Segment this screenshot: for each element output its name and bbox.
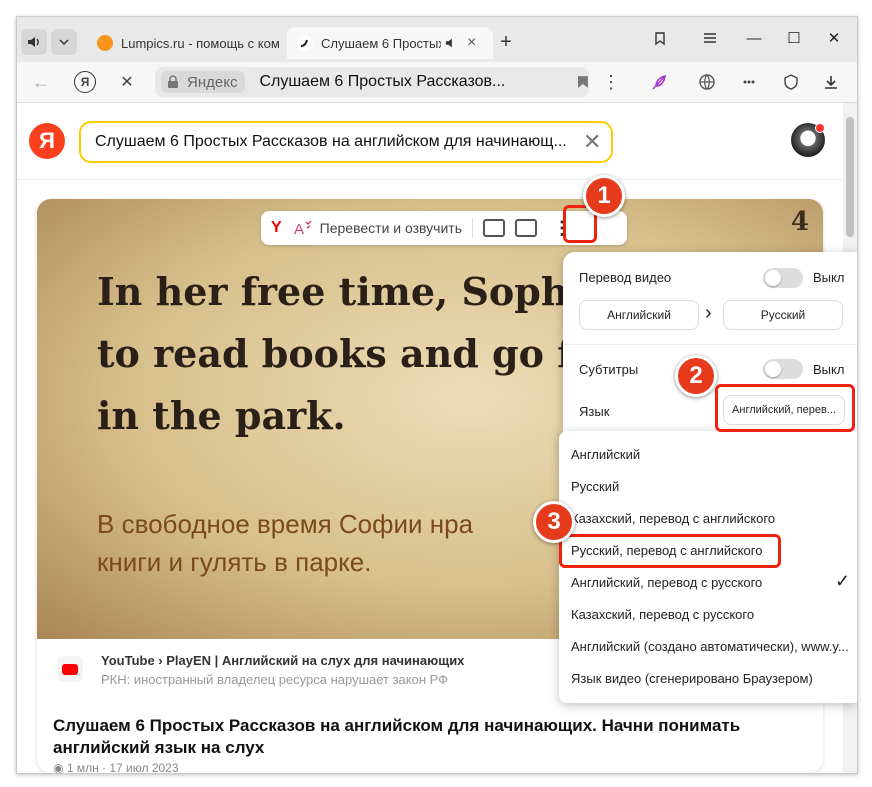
language-label: Язык — [579, 404, 610, 419]
dots-grid-icon — [743, 80, 755, 84]
bookmark-icon[interactable] — [577, 75, 589, 89]
video-favicon-icon — [297, 35, 313, 51]
result-title[interactable]: Слушаем 6 Простых Рассказов на английско… — [53, 715, 793, 759]
feather-icon — [652, 74, 666, 90]
step-badge-1: 1 — [583, 175, 625, 217]
english-line: In her free time, Soph — [97, 269, 569, 314]
language-option[interactable]: Английский — [571, 447, 640, 462]
video-translation-label: Перевод видео — [579, 270, 672, 285]
video-translation-state: Выкл — [813, 270, 845, 285]
panel-divider — [563, 344, 857, 345]
tabs-list-button[interactable] — [51, 29, 77, 55]
translate-voice-button[interactable]: Перевести и озвучить — [320, 220, 462, 236]
speaker-icon — [28, 37, 39, 47]
clear-search-button[interactable]: ✕ — [583, 129, 601, 155]
subtitles-icon[interactable] — [483, 219, 505, 237]
globe-icon — [699, 74, 715, 90]
back-button[interactable]: ← — [27, 68, 55, 96]
step-badge-3: 3 — [533, 501, 575, 543]
notification-dot — [815, 123, 825, 133]
site-name: Яндекс — [187, 73, 238, 91]
search-query: Слушаем 6 Простых Рассказов на английско… — [95, 133, 567, 150]
tab-video[interactable]: Слушаем 6 Простых × — [287, 27, 493, 59]
toolbar-divider — [472, 218, 473, 238]
audio-tabs-button[interactable] — [21, 29, 47, 55]
bookmark-stack-icon — [655, 32, 665, 46]
downloads-button[interactable] — [817, 68, 845, 96]
subtitles-toggle[interactable] — [763, 359, 803, 379]
highlight-language-select — [715, 384, 855, 432]
vpn-button[interactable] — [777, 68, 805, 96]
language-option[interactable]: Казахский, перевод с русского — [571, 607, 754, 622]
source-name[interactable]: YouTube › PlayEN | Английский на слух дл… — [101, 653, 464, 668]
views-icon: ◉ — [53, 761, 67, 773]
language-option[interactable]: Казахский, перевод с английского — [571, 511, 775, 526]
english-line: in the park. — [97, 393, 346, 438]
lock-icon — [168, 75, 178, 88]
language-option[interactable]: Английский (создано автоматически), www.… — [571, 639, 849, 654]
source-warning: РКН: иностранный владелец ресурса наруша… — [101, 672, 449, 687]
youtube-icon — [57, 656, 83, 682]
subtitles-state: Выкл — [813, 362, 845, 377]
language-option[interactable]: Английский, перевод с русского — [571, 575, 762, 590]
checkmark-icon: ✓ — [835, 571, 851, 591]
chevron-down-icon — [59, 39, 69, 46]
tab-close-button[interactable]: × — [467, 34, 476, 52]
russian-line: книги и гулять в парке. — [97, 547, 372, 577]
result-meta-text: 1 млн · 17 июл 2023 — [66, 761, 179, 773]
site-chip[interactable]: Яндекс — [161, 71, 246, 93]
highlight-russian-option — [559, 534, 781, 568]
tab-title: Слушаем 6 Простых — [321, 35, 441, 51]
svg-text:A: A — [294, 221, 304, 237]
language-option[interactable]: Язык видео (сгенерировано Браузером) — [571, 671, 813, 686]
tab-title: Lumpics.ru - помощь с ком — [121, 35, 280, 51]
video-english-text: In her free time, Soph to read books and… — [97, 261, 574, 447]
language-option[interactable]: Русский — [571, 479, 619, 494]
shield-icon — [784, 74, 798, 90]
hamburger-icon — [704, 33, 716, 43]
speaker-icon — [445, 38, 452, 48]
page-title-in-url: Слушаем 6 Простых Рассказов... — [259, 73, 506, 90]
target-language-button[interactable]: Русский — [723, 300, 843, 330]
page-menu-button[interactable]: ⋮ — [597, 68, 625, 96]
minimize-button[interactable]: — — [739, 23, 769, 53]
english-line: to read books and go f — [97, 331, 574, 376]
language-arrow: › — [705, 302, 712, 324]
video-translation-toggle[interactable] — [763, 268, 803, 288]
alice-button[interactable] — [645, 68, 673, 96]
collections-button[interactable] — [645, 23, 675, 53]
step-badge-2: 2 — [675, 355, 717, 397]
translate-page-button[interactable] — [693, 68, 721, 96]
scrollbar-thumb[interactable] — [846, 117, 854, 237]
yandex-icon: Я — [74, 71, 96, 93]
close-window-button[interactable]: ✕ — [819, 23, 849, 53]
avatar[interactable] — [791, 123, 825, 157]
header-divider — [17, 179, 843, 180]
browser-window: Lumpics.ru - помощь с ком Слушаем 6 Прос… — [16, 16, 858, 774]
yandex-logo[interactable]: Я — [29, 123, 65, 159]
tab-lumpics[interactable]: Lumpics.ru - помощь с ком — [87, 27, 283, 59]
stop-loading-button[interactable]: ✕ — [113, 68, 141, 96]
browser-menu-button[interactable] — [695, 23, 725, 53]
search-field[interactable]: Слушаем 6 Простых Рассказов на английско… — [79, 121, 613, 163]
video-russian-text: В свободное время Софии нра книги и гуля… — [97, 505, 473, 581]
yandex-button[interactable]: Я — [71, 68, 99, 96]
url-box[interactable]: Яндекс Слушаем 6 Простых Рассказов... — [155, 67, 589, 97]
result-meta: ◉ 1 млн · 17 июл 2023 — [53, 761, 179, 773]
tab-strip: Lumpics.ru - помощь с ком Слушаем 6 Прос… — [17, 17, 857, 62]
picture-in-picture-icon[interactable] — [515, 219, 537, 237]
translate-voice-icon: A — [294, 220, 312, 237]
subtitles-label: Субтитры — [579, 362, 639, 377]
orange-favicon-icon — [97, 35, 113, 51]
maximize-button[interactable]: ☐ — [779, 23, 809, 53]
new-tab-button[interactable]: + — [493, 29, 519, 55]
russian-line: В свободное время Софии нра — [97, 509, 474, 539]
yandex-browser-icon[interactable]: Y — [271, 219, 282, 237]
source-language-button[interactable]: Английский — [579, 300, 699, 330]
video-page-number: 4 — [790, 207, 809, 237]
download-icon — [825, 76, 837, 89]
extensions-button[interactable] — [735, 68, 763, 96]
address-bar: ← Я ✕ Яндекс Слушаем 6 Простых Рассказов… — [17, 62, 857, 103]
